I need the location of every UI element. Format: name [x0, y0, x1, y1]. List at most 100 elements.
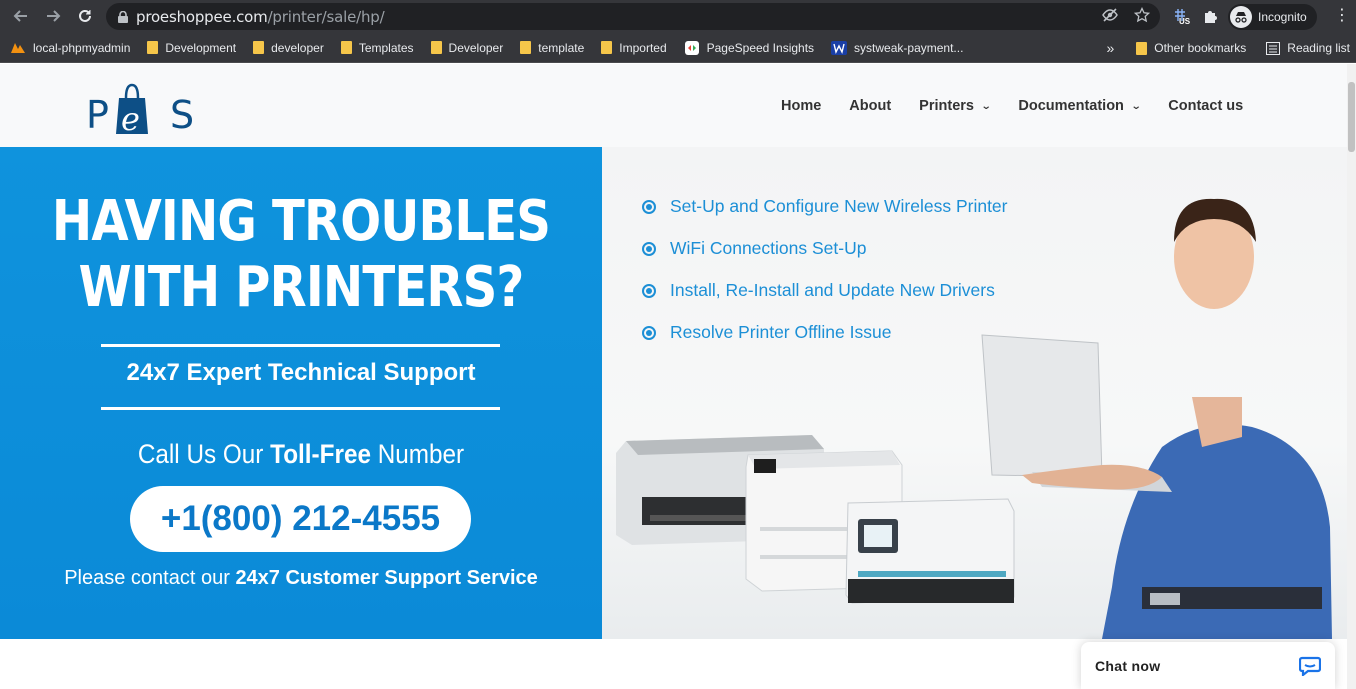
incognito-profile-button[interactable]: Incognito	[1228, 3, 1317, 30]
call-bold: Toll-Free	[270, 439, 371, 469]
support-agent-illustration	[981, 198, 1332, 639]
puzzle-extensions-icon[interactable]	[1202, 9, 1218, 25]
logo-letter-p: P	[86, 93, 109, 136]
nav-printers-label: Printers	[919, 98, 974, 114]
bookmark-label: Imported	[619, 40, 667, 55]
extension-badge: US	[1179, 16, 1191, 26]
folder-icon	[253, 41, 265, 54]
logo-letter-e: e	[121, 100, 140, 136]
nav-about[interactable]: About	[849, 98, 891, 114]
support-tagline: 24x7 Expert Technical Support	[126, 359, 476, 386]
folder-icon	[430, 41, 442, 54]
back-arrow-icon	[13, 10, 27, 22]
nav-contact-label: Contact us	[1168, 98, 1244, 114]
url-text: proeshoppee.com/printer/sale/hp/	[136, 7, 385, 26]
page-scrollbar[interactable]	[1347, 64, 1356, 689]
call-us-text: Call Us Our Toll-Free Number	[30, 439, 572, 470]
nav-printers[interactable]: Printers ⌄	[919, 98, 992, 114]
chevron-down-icon: ⌄	[980, 100, 992, 112]
chat-now-label: Chat now	[1095, 657, 1161, 674]
reload-button[interactable]	[69, 0, 101, 32]
main-nav: Home About Printers ⌄ Documentation ⌄ Cont…	[781, 98, 1271, 114]
url-domain: proeshoppee.com	[136, 7, 268, 26]
pagespeed-icon	[684, 40, 699, 55]
reading-list[interactable]: Reading list	[1266, 41, 1350, 55]
chevron-down-icon: ⌄	[1130, 100, 1142, 112]
forward-arrow-icon	[47, 10, 61, 22]
nav-documentation-label: Documentation	[1018, 98, 1124, 114]
folder-icon	[520, 41, 532, 54]
lock-icon	[118, 10, 128, 23]
call-pre: Call Us Our	[137, 439, 271, 469]
contact-text: Please contact our 24x7 Customer Support…	[0, 567, 602, 590]
bookmark-label: Developer	[448, 40, 504, 55]
printers-illustration	[616, 198, 1332, 639]
bookmark-templates[interactable]: Templates	[340, 40, 414, 55]
logo-letter-s: S	[170, 93, 194, 136]
banner-headline: HAVING TROUBLES WITH PRINTERS?	[42, 189, 560, 321]
bookmark-label: developer	[271, 40, 324, 55]
bookmark-label: PageSpeed Insights	[706, 40, 815, 55]
contact-pre: Please contact our	[64, 567, 236, 589]
other-bookmarks[interactable]: Other bookmarks	[1136, 41, 1246, 55]
pes-logo[interactable]: P e S	[86, 80, 198, 136]
nav-home-label: Home	[781, 98, 822, 114]
vpn-extension-icon[interactable]: US	[1172, 7, 1192, 27]
bookmark-imported[interactable]: Imported	[601, 40, 667, 55]
phpmyadmin-icon	[11, 43, 25, 53]
folder-icon	[601, 41, 613, 54]
systweak-icon	[831, 40, 848, 55]
bookmark-template[interactable]: template	[520, 41, 584, 55]
web-page: P e S Home About Printers ⌄ Documentation…	[0, 64, 1356, 689]
printer-officejet-icon	[845, 498, 1015, 604]
folder-icon	[147, 41, 159, 54]
chat-bubble-icon	[1299, 656, 1321, 676]
chat-widget[interactable]: Chat now	[1081, 642, 1335, 689]
url-path: /printer/sale/hp/	[267, 7, 385, 26]
bookmark-label: systweak-payment...	[854, 40, 964, 55]
reading-list-icon	[1266, 41, 1281, 55]
incognito-label: Incognito	[1258, 9, 1307, 24]
banner-right-panel: Set-Up and Configure New Wireless Printe…	[602, 147, 1347, 639]
bookmark-systweak[interactable]: systweak-payment...	[831, 40, 964, 55]
phone-number-button[interactable]: +1(800) 212-4555	[130, 486, 471, 552]
more-bookmarks-button[interactable]: »	[1106, 40, 1114, 56]
nav-home[interactable]: Home	[781, 98, 821, 114]
back-button[interactable]	[5, 0, 37, 32]
bookmark-label: Development	[165, 40, 237, 55]
bookmark-label: Templates	[358, 40, 414, 55]
bookmark-local-phpmyadmin[interactable]: local-phpmyadmin	[10, 41, 130, 55]
scrollbar-thumb[interactable]	[1348, 82, 1355, 152]
folder-icon	[1136, 41, 1148, 55]
banner-left-panel: HAVING TROUBLES WITH PRINTERS? 24x7 Expe…	[0, 147, 602, 639]
phone-number: +1(800) 212-4555	[160, 499, 441, 538]
reading-list-label: Reading list	[1287, 41, 1350, 55]
nav-contact[interactable]: Contact us	[1168, 98, 1243, 114]
divider-bottom	[101, 407, 500, 410]
browser-menu-icon[interactable]: ⋮	[1334, 6, 1350, 26]
bookmark-development[interactable]: Development	[147, 41, 236, 55]
reload-icon	[79, 9, 91, 22]
bookmarks-bar: local-phpmyadmin Development developer T…	[0, 33, 1356, 63]
bookmark-label: local-phpmyadmin	[33, 40, 131, 55]
forward-button[interactable]	[37, 0, 69, 32]
headline-line-1: HAVING TROUBLES	[51, 189, 551, 254]
address-bar[interactable]: proeshoppee.com/printer/sale/hp/	[106, 3, 1160, 30]
call-post: Number	[370, 439, 465, 469]
headline-line-2: WITH PRINTERS?	[78, 255, 525, 320]
nav-documentation[interactable]: Documentation ⌄	[1018, 98, 1142, 114]
bookmark-label: template	[538, 40, 585, 55]
contact-bold: 24x7 Customer Support Service	[235, 567, 538, 589]
hero-banner: HAVING TROUBLES WITH PRINTERS? 24x7 Expe…	[0, 147, 1347, 639]
incognito-icon	[1230, 5, 1252, 28]
eye-off-icon[interactable]	[1102, 7, 1118, 23]
divider-top	[101, 344, 500, 347]
bookmark-developer-lower[interactable]: developer	[253, 41, 324, 55]
browser-toolbar: proeshoppee.com/printer/sale/hp/ US Inco…	[0, 0, 1356, 33]
nav-about-label: About	[849, 98, 892, 114]
bookmark-developer[interactable]: Developer	[430, 40, 504, 55]
star-icon[interactable]	[1134, 7, 1150, 23]
bookmark-pagespeed[interactable]: PageSpeed Insights	[684, 40, 814, 56]
folder-icon	[340, 41, 352, 54]
site-header: P e S Home About Printers ⌄ Documentation…	[0, 64, 1347, 147]
